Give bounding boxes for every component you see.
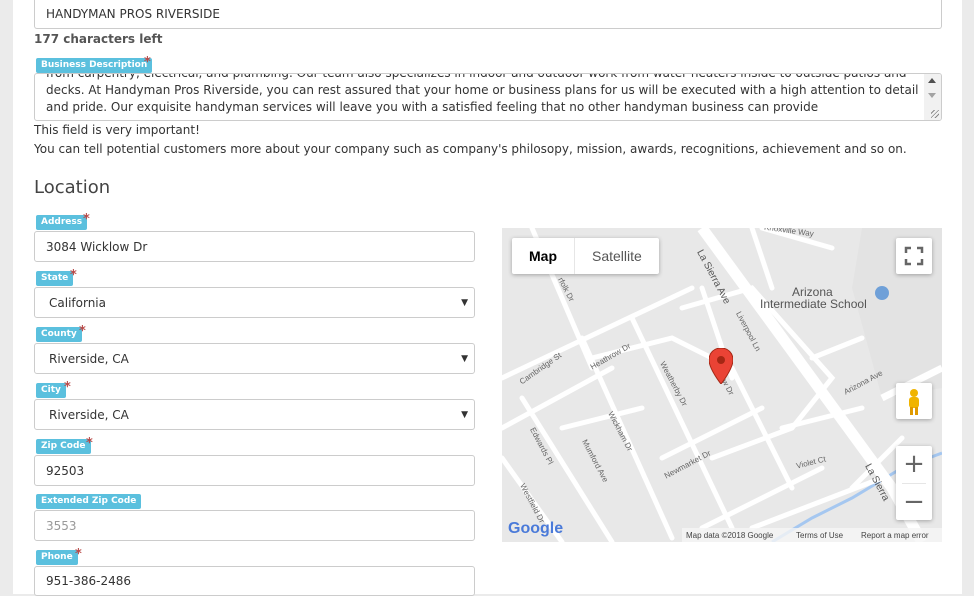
zoom-in-button[interactable]: + [896,446,932,482]
fullscreen-button[interactable] [896,238,932,274]
zip-code-label: Zip Code [36,439,91,454]
report-map-error-link[interactable]: Report a map error [861,531,929,540]
state-select[interactable]: California ▼ [34,287,475,318]
description-text: from carpentry, electrical, and plumbing… [46,73,926,116]
zip-code-input[interactable]: 92503 [34,455,475,486]
county-select[interactable]: Riverside, CA ▼ [34,343,475,374]
phone-label: Phone [36,550,78,565]
required-mark: * [64,380,71,395]
required-mark: * [86,436,93,451]
characters-left: 177 characters left [34,32,163,46]
description-line: and pride. Our exquisite handyman servic… [46,100,819,114]
address-input[interactable]: 3084 Wicklow Dr [34,231,475,262]
map-type-map-button[interactable]: Map [512,238,574,274]
chevron-down-icon: ▼ [461,353,468,364]
required-mark: * [79,324,86,339]
required-mark: * [75,547,82,562]
map-pin-icon [709,348,733,384]
school-icon [875,286,889,300]
pegman-icon [909,389,919,415]
required-mark: * [70,268,77,283]
zoom-control: + − [896,446,932,520]
resize-grip-icon[interactable] [931,110,939,118]
extended-zip-label: Extended Zip Code [36,494,142,509]
scroll-down-icon[interactable] [928,93,936,98]
state-value: California [49,295,106,310]
map-footer: Map data ©2018 Google Terms of Use Repor… [682,528,942,542]
map-type-satellite-button[interactable]: Satellite [574,238,659,274]
location-heading: Location [34,177,111,198]
place-label: Intermediate School [760,297,867,311]
map-data-text: Map data ©2018 Google [686,531,774,540]
business-name-value: HANDYMAN PROS RIVERSIDE [46,7,220,21]
terms-of-use-link[interactable]: Terms of Use [796,531,843,540]
scroll-up-icon[interactable] [928,78,936,83]
field-note: This field is very important! [34,123,200,137]
google-logo: Google [508,520,564,537]
zoom-out-button[interactable]: − [896,484,932,520]
street-view-button[interactable] [896,383,932,419]
textarea-scrollbar[interactable] [924,74,941,120]
map-type-control: Map Satellite [512,238,659,274]
required-mark: * [83,212,90,227]
phone-value: 951-386-2486 [46,574,132,588]
business-description-textarea[interactable]: from carpentry, electrical, and plumbing… [34,73,942,121]
phone-input[interactable]: 951-386-2486 [34,566,475,596]
city-select[interactable]: Riverside, CA ▼ [34,399,475,430]
field-help: You can tell potential customers more ab… [34,142,907,156]
county-label: County [36,327,82,342]
zip-code-value: 92503 [46,463,85,478]
chevron-down-icon: ▼ [461,297,468,308]
extended-zip-input[interactable]: 3553 [34,510,475,541]
required-mark: * [144,55,151,70]
fullscreen-icon [904,246,924,266]
extended-zip-placeholder: 3553 [46,518,77,533]
city-label: City [36,383,66,398]
county-value: Riverside, CA [49,351,129,366]
description-line: from carpentry, electrical, and plumbing… [46,73,907,80]
location-map[interactable]: La Sierra Ave Knoxville Way Liverpool Ln… [502,228,942,542]
business-description-label: Business Description [36,58,153,73]
description-line: decks. At Handyman Pros Riverside, you c… [46,83,919,97]
address-value: 3084 Wicklow Dr [46,239,148,254]
address-label: Address [36,215,88,230]
state-label: State [36,271,74,286]
business-name-input[interactable]: HANDYMAN PROS RIVERSIDE [34,0,942,29]
city-value: Riverside, CA [49,407,129,422]
chevron-down-icon: ▼ [461,409,468,420]
